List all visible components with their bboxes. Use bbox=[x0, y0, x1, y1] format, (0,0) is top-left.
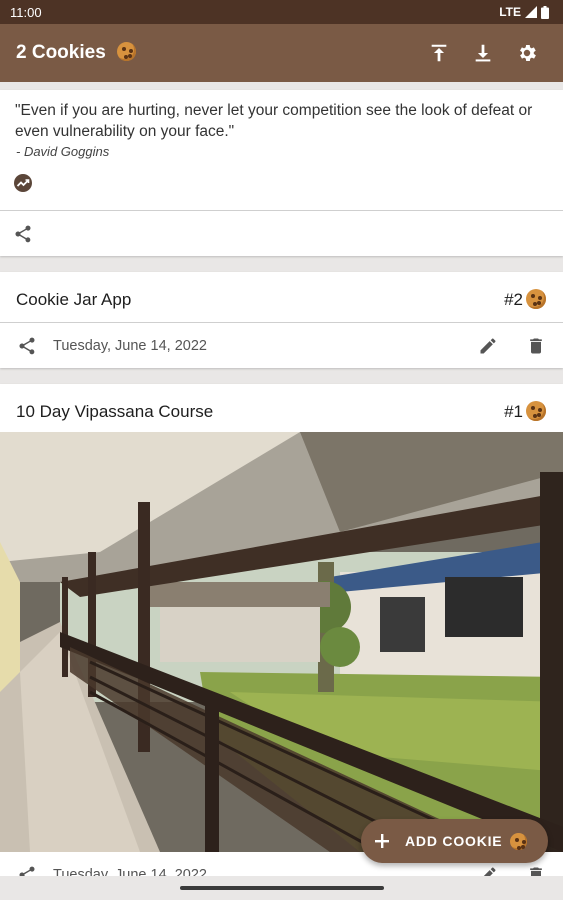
plus-icon bbox=[375, 834, 389, 848]
cookie-icon bbox=[510, 832, 528, 850]
cookie-icon bbox=[526, 289, 546, 309]
cookie-icon bbox=[117, 42, 137, 61]
trending-icon bbox=[14, 174, 32, 192]
quote-card: "Even if you are hurting, never let your… bbox=[0, 90, 563, 256]
network-label: LTE bbox=[499, 5, 521, 19]
entry-number: #1 bbox=[504, 402, 523, 421]
gear-icon bbox=[520, 45, 536, 61]
edit-button[interactable] bbox=[475, 333, 501, 359]
home-gesture-handle[interactable] bbox=[180, 886, 384, 890]
download-button[interactable] bbox=[461, 31, 505, 75]
settings-button[interactable] bbox=[505, 31, 549, 75]
trash-icon bbox=[530, 338, 542, 354]
share-button[interactable] bbox=[14, 333, 40, 359]
pencil-icon bbox=[480, 338, 496, 354]
divider bbox=[0, 322, 563, 323]
status-time: 11:00 bbox=[10, 4, 42, 20]
upload-button[interactable] bbox=[417, 31, 461, 75]
delete-button[interactable] bbox=[523, 333, 549, 359]
add-cookie-label: ADD COOKIE bbox=[405, 833, 503, 849]
signal-icon bbox=[525, 6, 537, 18]
entry-title: 10 Day Vipassana Course bbox=[16, 402, 214, 421]
quote-author: - David Goggins bbox=[16, 144, 110, 159]
app-title: 2 Cookies bbox=[16, 42, 417, 64]
quote-text: "Even if you are hurting, never let your… bbox=[15, 102, 533, 140]
status-bar: 11:00 LTE bbox=[0, 0, 563, 24]
entry-date: Tuesday, June 14, 2022 bbox=[53, 338, 207, 354]
battery-icon bbox=[541, 5, 549, 19]
corridor-photo-drawing bbox=[0, 432, 563, 852]
share-quote-button[interactable] bbox=[10, 221, 36, 247]
add-cookie-button[interactable]: ADD COOKIE bbox=[361, 819, 548, 863]
cookie-photo bbox=[0, 432, 563, 852]
cookie-icon bbox=[526, 401, 546, 421]
divider bbox=[0, 210, 563, 211]
download-icon bbox=[475, 44, 491, 62]
share-icon bbox=[19, 337, 35, 355]
app-bar: 2 Cookies bbox=[0, 24, 563, 82]
entry-number: #2 bbox=[504, 290, 523, 309]
cookie-card[interactable]: Cookie Jar App #2 Tuesday, June 14, 2022 bbox=[0, 272, 563, 368]
refresh-quote-button[interactable] bbox=[12, 172, 34, 194]
share-icon bbox=[15, 225, 31, 243]
upload-icon bbox=[431, 44, 447, 62]
entry-title: Cookie Jar App bbox=[16, 290, 132, 309]
